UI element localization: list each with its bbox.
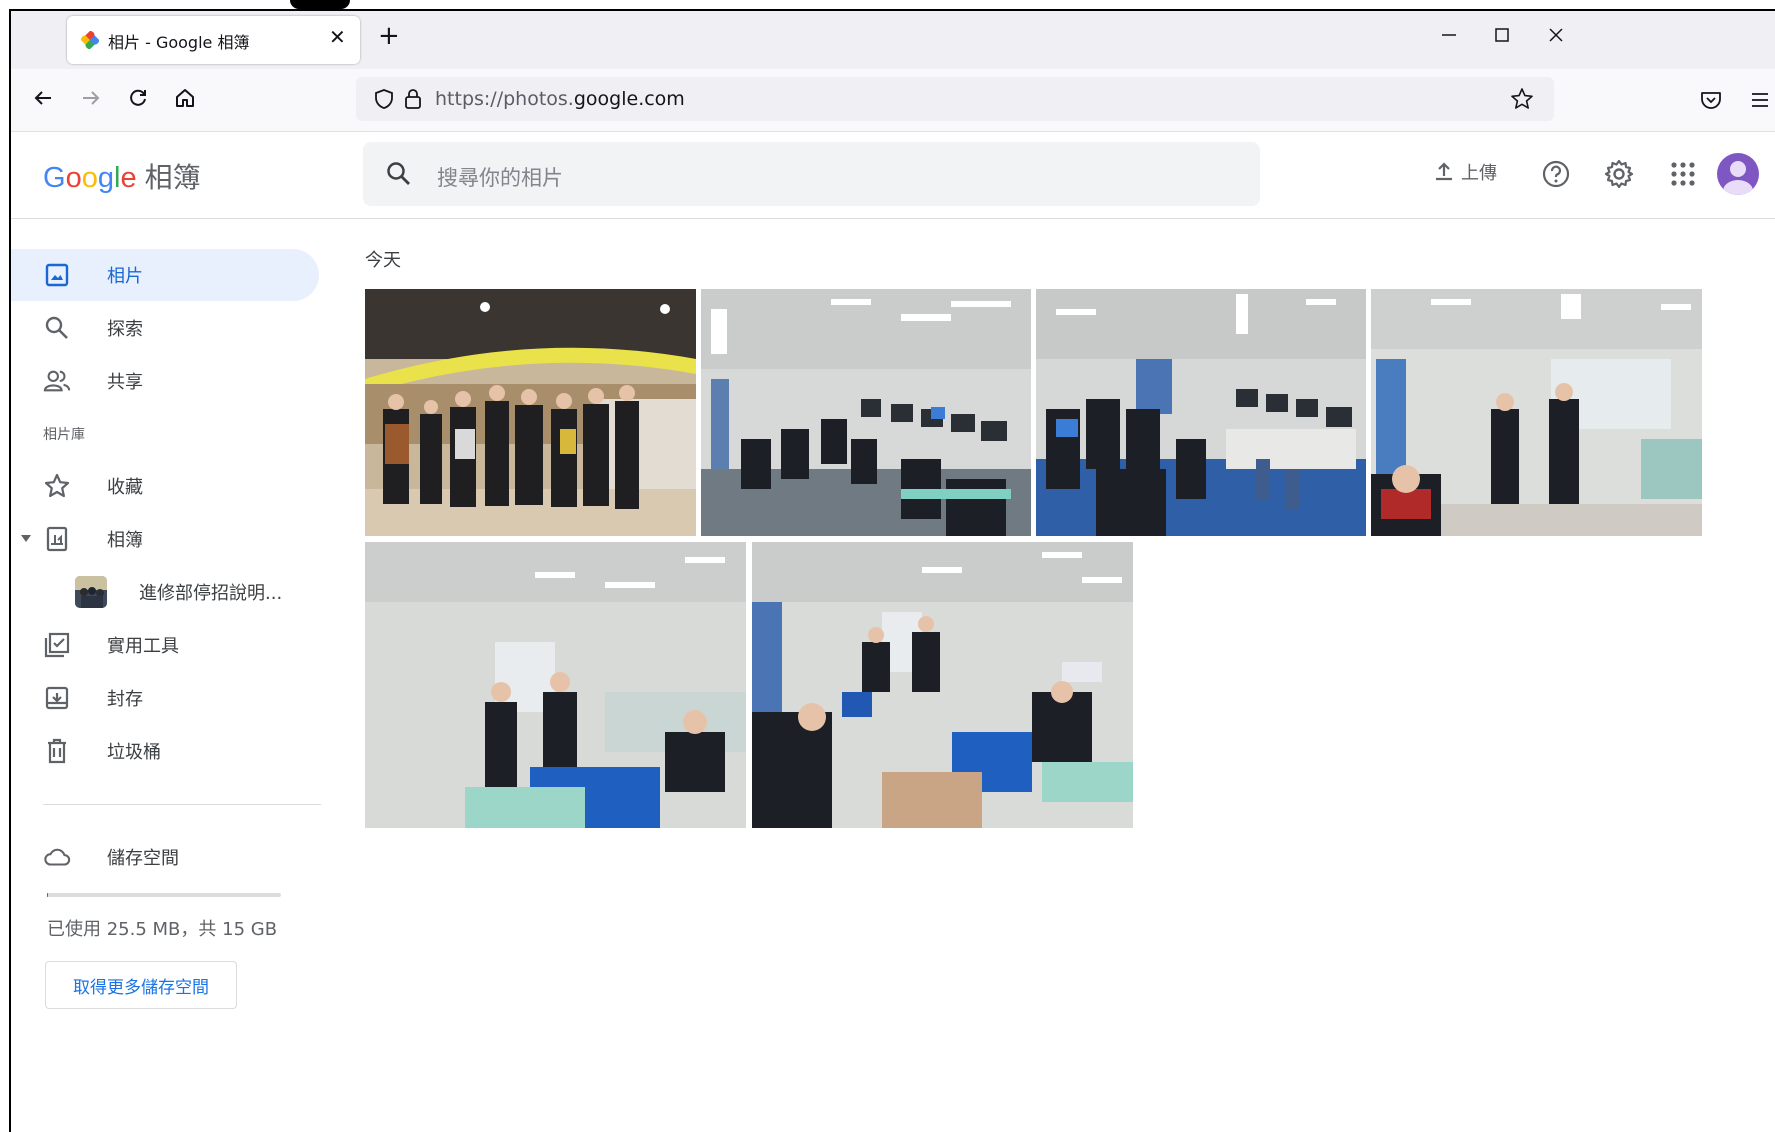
get-more-storage-button[interactable]: 取得更多儲存空間 — [45, 961, 237, 1009]
url-text[interactable]: https://photos.google.com — [435, 88, 685, 110]
google-photos-logo[interactable]: Google 相簿 — [43, 156, 201, 196]
sidebar-item-sharing[interactable]: 共享 — [11, 355, 321, 407]
browser-window: 相片 - Google 相簿 ✕ + https://photos.google… — [9, 9, 1775, 1132]
sidebar-item-label: 探索 — [107, 319, 143, 340]
sidebar: 相片 探索 共享 相片庫 收藏 相簿 進修部停招說明... 實用工具 封存 垃圾… — [11, 219, 331, 1132]
back-icon[interactable] — [30, 85, 56, 111]
library-section-label: 相片庫 — [43, 427, 85, 443]
account-avatar[interactable] — [1717, 153, 1759, 195]
tab-strip: 相片 - Google 相簿 ✕ + — [11, 11, 1775, 69]
upload-button[interactable]: 上傳 — [1433, 159, 1497, 185]
search-box[interactable]: 搜尋你的相片 — [363, 142, 1260, 206]
address-bar[interactable]: https://photos.google.com — [356, 77, 1554, 121]
storage-label: 儲存空間 — [107, 848, 179, 869]
sidebar-item-photos[interactable]: 相片 — [11, 249, 319, 301]
expand-arrow-icon[interactable] — [20, 534, 32, 544]
navigation-toolbar: https://photos.google.com — [11, 69, 1775, 132]
storage-usage-bar — [47, 893, 281, 897]
close-tab-icon[interactable]: ✕ — [329, 25, 346, 49]
tab-title: 相片 - Google 相簿 — [108, 33, 250, 52]
storage-usage-text: 已使用 25.5 MB，共 15 GB — [47, 919, 278, 940]
cloud-icon — [43, 843, 71, 871]
reload-icon[interactable] — [125, 85, 151, 111]
sidebar-item-archive[interactable]: 封存 — [11, 672, 321, 724]
sidebar-item-label: 相簿 — [107, 530, 143, 551]
product-name: 相簿 — [144, 162, 201, 193]
maximize-icon[interactable] — [1492, 25, 1512, 45]
sidebar-divider — [43, 804, 321, 805]
sidebar-item-label: 實用工具 — [107, 636, 179, 657]
google-photos-favicon-icon — [80, 30, 100, 50]
sidebar-item-utilities[interactable]: 實用工具 — [11, 619, 321, 671]
new-tab-icon[interactable]: + — [378, 23, 400, 49]
apps-grid-icon[interactable] — [1665, 156, 1701, 192]
window-top-decoration — [290, 0, 350, 9]
archive-icon — [43, 684, 71, 712]
sidebar-item-storage[interactable]: 儲存空間 — [11, 831, 321, 883]
browser-tab[interactable]: 相片 - Google 相簿 ✕ — [67, 16, 360, 64]
sidebar-item-favorites[interactable]: 收藏 — [11, 460, 321, 512]
lock-icon[interactable] — [402, 87, 424, 111]
photo-thumbnail[interactable] — [1371, 289, 1702, 536]
photo-thumbnail[interactable] — [1036, 289, 1366, 536]
forward-icon[interactable] — [78, 85, 104, 111]
sidebar-item-trash[interactable]: 垃圾桶 — [11, 725, 321, 777]
sidebar-item-label: 封存 — [107, 689, 143, 710]
sidebar-item-albums[interactable]: 相簿 — [11, 513, 321, 565]
sidebar-item-label: 垃圾桶 — [107, 742, 161, 763]
help-icon[interactable] — [1538, 156, 1574, 192]
app-header: Google 相簿 搜尋你的相片 上傳 — [11, 132, 1775, 219]
minimize-icon[interactable] — [1439, 25, 1459, 45]
photo-thumbnail[interactable] — [752, 542, 1133, 828]
tracking-protection-shield-icon[interactable] — [373, 88, 395, 110]
sidebar-item-explore[interactable]: 探索 — [11, 302, 321, 354]
album-icon — [43, 525, 71, 553]
search-icon[interactable] — [385, 160, 413, 188]
close-window-icon[interactable] — [1546, 25, 1566, 45]
sidebar-item-label: 共享 — [107, 372, 143, 393]
trash-icon — [43, 737, 71, 765]
settings-gear-icon[interactable] — [1601, 156, 1637, 192]
photo-thumbnail[interactable] — [701, 289, 1031, 536]
star-icon — [43, 472, 71, 500]
sidebar-item-label: 相片 — [107, 266, 143, 287]
album-title: 進修部停招說明... — [139, 583, 283, 604]
bookmark-star-icon[interactable] — [1510, 87, 1534, 111]
sidebar-item-label: 收藏 — [107, 477, 143, 498]
photo-thumbnail[interactable] — [365, 289, 696, 536]
pocket-icon[interactable] — [1699, 88, 1723, 112]
home-icon[interactable] — [172, 85, 198, 111]
album-thumbnail — [75, 576, 107, 608]
search-input[interactable]: 搜尋你的相片 — [437, 162, 563, 192]
utilities-icon — [43, 631, 71, 659]
upload-label: 上傳 — [1461, 163, 1497, 184]
upload-icon — [1436, 162, 1452, 181]
photo-icon — [43, 261, 71, 289]
people-icon — [43, 367, 71, 395]
date-group-label: 今天 — [365, 250, 401, 271]
menu-icon[interactable] — [1748, 88, 1772, 112]
sidebar-album-entry[interactable]: 進修部停招說明... — [11, 566, 321, 618]
search-icon — [43, 314, 71, 342]
photo-thumbnail[interactable] — [365, 542, 746, 828]
